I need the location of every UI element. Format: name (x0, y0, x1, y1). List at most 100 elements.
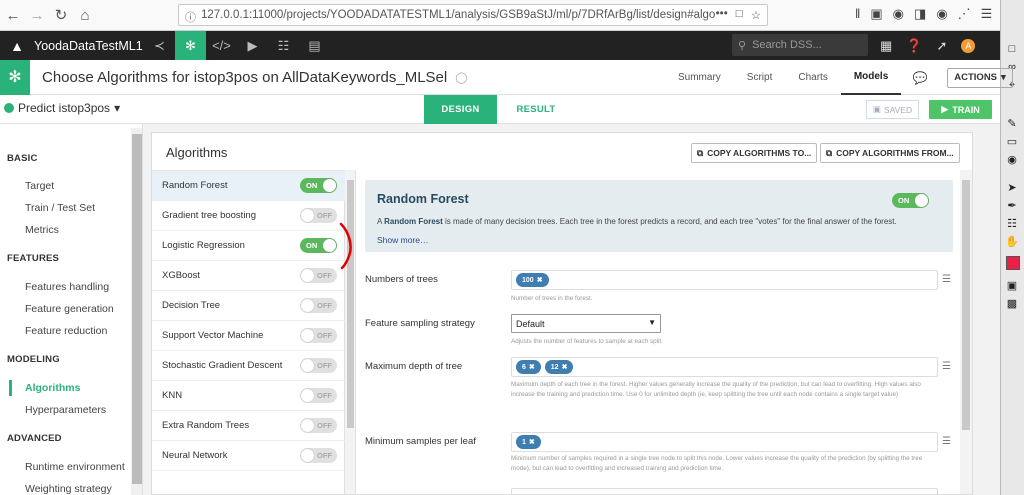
code-icon[interactable]: </> (206, 31, 237, 60)
result-tab[interactable]: RESULT (500, 95, 572, 124)
show-more-link[interactable]: Show more… (377, 235, 429, 245)
copy-algorithms-to-button[interactable]: ⧉ COPY ALGORITHMS TO... (691, 143, 818, 163)
min-samples-input[interactable]: 1 ✖ (511, 432, 938, 452)
sidebar-item-features-handling[interactable]: Features handling (25, 281, 109, 293)
pointer-tool-icon[interactable]: ➤ (1001, 178, 1023, 196)
screen-mode-icon[interactable]: ▩ (1001, 294, 1023, 312)
screenshot-icon[interactable]: ◨ (914, 6, 926, 22)
tab-script[interactable]: Script (734, 60, 786, 95)
sidebar-item-hyperparameters[interactable]: Hyperparameters (25, 404, 106, 416)
url-bar[interactable]: ⓘ 127.0.0.1:11000/projects/YOODADATATEST… (178, 4, 768, 26)
algorithm-row[interactable]: Logistic Regression ON (152, 231, 345, 261)
tab-charts[interactable]: Charts (785, 60, 840, 95)
remove-tag-icon[interactable]: ✖ (537, 276, 543, 284)
algorithm-row[interactable]: Support Vector Machine OFF (152, 321, 345, 351)
jobs-icon[interactable]: ☷ (268, 31, 299, 60)
home-icon[interactable]: ⌂ (74, 4, 96, 26)
color-swatch[interactable] (1005, 256, 1020, 270)
algorithm-row[interactable]: Stochastic Gradient Descent OFF (152, 351, 345, 381)
algorithm-row[interactable]: Neural Network OFF (152, 441, 345, 471)
brush-tool-icon[interactable]: ✎ (1001, 114, 1023, 132)
edit-title-icon[interactable]: ◯ (455, 71, 467, 84)
value-tag[interactable]: 12 ✖ (544, 360, 574, 374)
sidebar-item-feature-reduction[interactable]: Feature reduction (25, 325, 107, 337)
feature-sampling-select[interactable]: Default ▼ (511, 314, 661, 333)
actions-button[interactable]: ACTIONS ▾ (947, 67, 1013, 88)
drop-tool-icon[interactable]: ◉ (1001, 150, 1023, 168)
remove-tag-icon[interactable]: ✖ (562, 363, 568, 371)
extension-icon[interactable]: ◉ (936, 6, 947, 22)
algorithm-toggle[interactable]: OFF (300, 268, 337, 283)
project-name[interactable]: YoodaDataTestML1 (34, 39, 144, 53)
remove-tag-icon[interactable]: ✖ (529, 438, 535, 446)
dashboard-icon[interactable]: ▤ (299, 31, 330, 60)
algorithm-toggle[interactable]: OFF (300, 388, 337, 403)
sidebar-scrollbar[interactable] (131, 128, 142, 495)
list-mode-icon[interactable]: ☰ (942, 361, 951, 372)
activity-icon[interactable]: ➚ (936, 38, 947, 54)
n-trees-input[interactable]: 100 ✖ (511, 270, 938, 290)
algorithm-toggle[interactable]: OFF (300, 418, 337, 433)
algorithm-row[interactable]: XGBoost OFF (152, 261, 345, 291)
marquee-tool-icon[interactable]: □ (1001, 40, 1023, 58)
menu-icon[interactable]: ☰ (981, 6, 993, 22)
algorithm-toggle[interactable]: ON (300, 178, 337, 193)
value-tag[interactable]: 1 ✖ (516, 435, 541, 449)
algorithm-toggle[interactable]: OFF (300, 298, 337, 313)
algorithm-toggle[interactable]: ON (300, 238, 337, 253)
next-param-input[interactable] (511, 488, 938, 494)
algorithm-enable-toggle[interactable]: ON (892, 193, 929, 208)
scrollbar-thumb[interactable] (132, 134, 142, 484)
eraser-tool-icon[interactable]: ▭ (1001, 132, 1023, 150)
copy-algorithms-from-button[interactable]: ⧉ COPY ALGORITHMS FROM... (820, 143, 960, 163)
algorithm-toggle[interactable]: OFF (300, 328, 337, 343)
quick-mask-icon[interactable]: ▣ (1001, 276, 1023, 294)
sidebar-item-metrics[interactable]: Metrics (25, 224, 59, 236)
avatar[interactable]: A (961, 38, 976, 53)
library-icon[interactable]: ‖ (855, 6, 860, 22)
help-icon[interactable]: ❓ (906, 38, 922, 54)
pocket-icon[interactable]: □ (736, 8, 743, 22)
saved-button[interactable]: ▣ SAVED (866, 100, 919, 119)
algorithm-row[interactable]: Gradient tree boosting OFF (152, 201, 345, 231)
train-button[interactable]: ▶ TRAIN (929, 100, 992, 119)
algorithm-row[interactable]: Random Forest ON (152, 171, 345, 201)
algorithm-toggle[interactable]: OFF (300, 208, 337, 223)
detail-scrollbar[interactable] (960, 170, 972, 494)
algorithm-row[interactable]: KNN OFF (152, 381, 345, 411)
value-tag[interactable]: 100 ✖ (516, 273, 549, 287)
predict-dropdown[interactable]: Predict istop3pos ▾ (4, 101, 120, 115)
analysis-icon[interactable]: ✻ (175, 31, 206, 60)
play-icon[interactable]: ▶ (237, 31, 268, 60)
list-mode-icon[interactable]: ☰ (942, 436, 951, 447)
reload-icon[interactable]: ↻ (50, 4, 72, 26)
flow-icon[interactable]: ≺ (144, 31, 175, 60)
sidebar-icon[interactable]: ▣ (870, 6, 882, 22)
design-tab[interactable]: DESIGN (424, 95, 497, 124)
list-mode-icon[interactable]: ☰ (942, 274, 951, 285)
scrollbar-thumb[interactable] (962, 180, 970, 430)
algorithm-toggle[interactable]: OFF (300, 448, 337, 463)
max-depth-input[interactable]: 6 ✖ 12 ✖ (511, 357, 938, 377)
sidebar-item-algorithms[interactable]: Algorithms (25, 382, 80, 394)
algorithm-toggle[interactable]: OFF (300, 358, 337, 373)
dataiku-logo-icon[interactable]: ▲ (6, 37, 28, 55)
tab-summary[interactable]: Summary (665, 60, 734, 95)
page-actions-icon[interactable]: ••• (716, 8, 728, 22)
remove-tag-icon[interactable]: ✖ (529, 363, 535, 371)
sidebar-item-weighting[interactable]: Weighting strategy (25, 483, 112, 495)
search-input[interactable]: ⚲ Search DSS... (732, 34, 868, 56)
back-icon[interactable]: ← (2, 4, 24, 26)
hand-tool-icon[interactable]: ✋ (1001, 232, 1023, 250)
sidebar-item-feature-generation[interactable]: Feature generation (25, 303, 114, 315)
notes-tool-icon[interactable]: ☷ (1001, 214, 1023, 232)
forward-icon[interactable]: → (26, 4, 48, 26)
value-tag[interactable]: 6 ✖ (516, 360, 541, 374)
bookmark-star-icon[interactable]: ☆ (751, 8, 761, 22)
more-icon[interactable]: ⋰ (958, 6, 971, 22)
algorithm-list-scrollbar[interactable] (345, 170, 356, 494)
algorithm-row[interactable]: Extra Random Trees OFF (152, 411, 345, 441)
sidebar-item-target[interactable]: Target (25, 180, 54, 192)
info-icon[interactable]: ⓘ (185, 9, 197, 24)
algorithm-row[interactable]: Decision Tree OFF (152, 291, 345, 321)
